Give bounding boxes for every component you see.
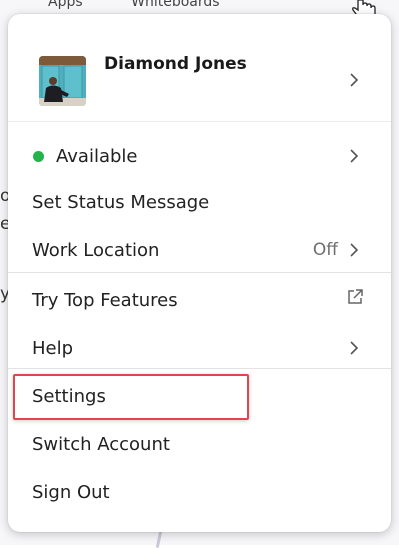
switch-account[interactable]: Switch Account xyxy=(8,420,391,468)
divider xyxy=(8,368,391,369)
background-tabs: Apps Whiteboards xyxy=(48,0,264,10)
external-link-icon xyxy=(348,289,363,304)
status-available[interactable]: Available xyxy=(8,132,391,180)
set-status-message[interactable]: Set Status Message xyxy=(8,178,391,226)
sign-out-label: Sign Out xyxy=(32,481,110,503)
sign-out[interactable]: Sign Out xyxy=(8,468,391,516)
avatar xyxy=(39,56,86,106)
available-status-dot-icon xyxy=(33,150,44,162)
chevron-right-icon xyxy=(350,73,359,87)
divider xyxy=(8,121,391,122)
help-label: Help xyxy=(32,337,74,359)
work-location-value: Off xyxy=(312,240,338,260)
background-tab-whiteboards: Whiteboards xyxy=(131,0,220,10)
work-location-label: Work Location xyxy=(32,239,160,261)
status-label: Available xyxy=(56,145,138,167)
profile-menu: Diamond Jones Available Set Status Messa… xyxy=(8,14,391,532)
profile-name: Diamond Jones xyxy=(104,54,247,74)
background-tab-apps: Apps xyxy=(48,0,83,10)
chevron-right-icon xyxy=(350,243,359,257)
set-status-label: Set Status Message xyxy=(32,191,210,213)
switch-account-label: Switch Account xyxy=(32,433,170,455)
try-top-features[interactable]: Try Top Features xyxy=(8,276,391,324)
work-location[interactable]: Work Location Off xyxy=(8,226,391,274)
help[interactable]: Help xyxy=(8,324,391,372)
divider xyxy=(8,272,391,273)
chevron-right-icon xyxy=(350,149,359,163)
settings-highlight-box xyxy=(13,374,249,420)
top-features-label: Try Top Features xyxy=(32,289,178,311)
profile-header[interactable]: Diamond Jones xyxy=(8,14,391,121)
chevron-right-icon xyxy=(350,341,359,355)
